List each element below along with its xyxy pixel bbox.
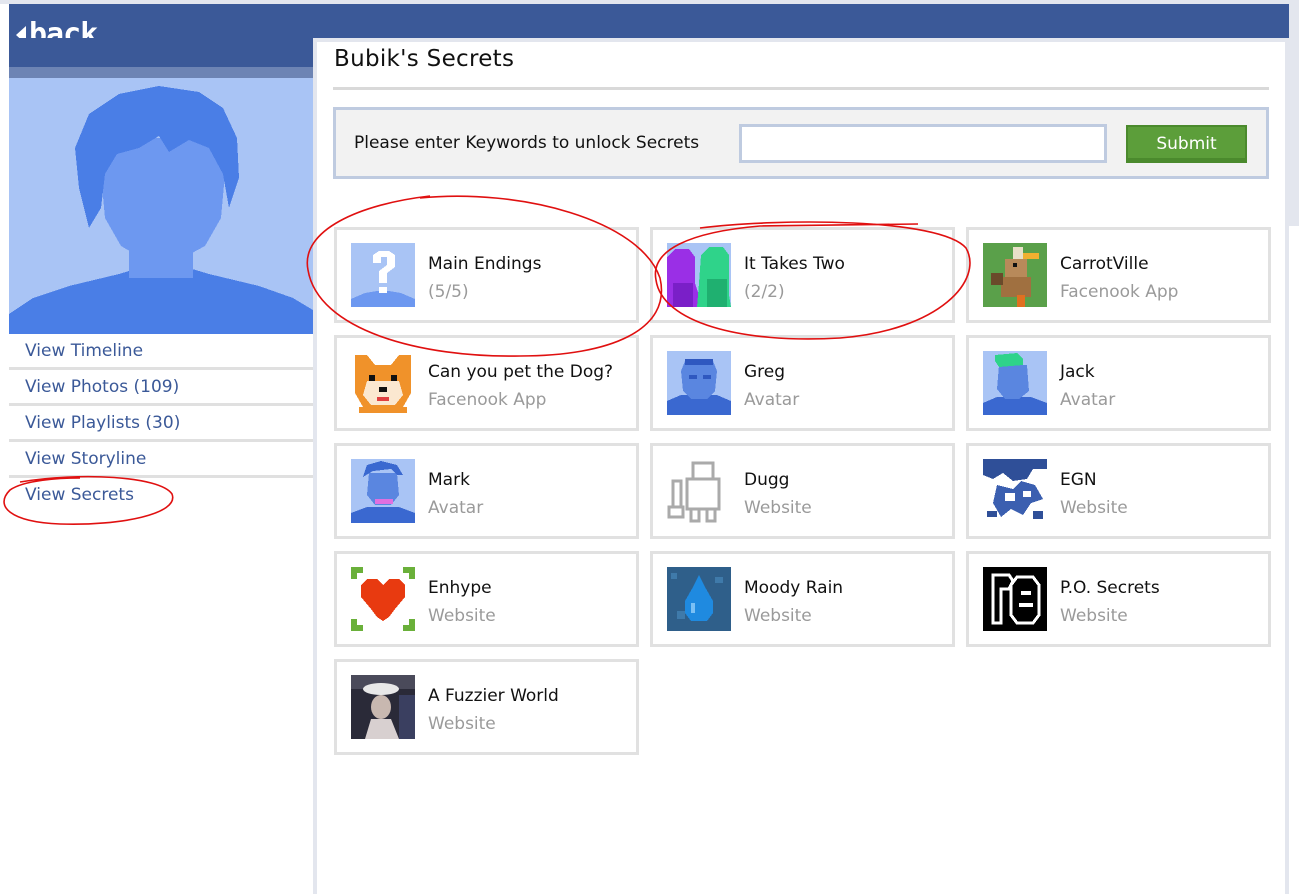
nav-view-timeline[interactable]: View Timeline	[9, 334, 313, 370]
secret-name: CarrotVille	[1060, 254, 1149, 274]
secret-subtitle: Avatar	[1060, 390, 1116, 410]
profile-picture[interactable]	[9, 78, 313, 334]
secret-subtitle: Website	[428, 606, 496, 626]
jack-avatar-icon	[983, 351, 1047, 415]
secret-card-greg[interactable]: Greg Avatar	[650, 335, 955, 431]
secret-card-a-fuzzier-world[interactable]: A Fuzzier World Website	[334, 659, 639, 755]
secret-subtitle: Website	[744, 498, 812, 518]
default-avatar-icon	[9, 78, 313, 334]
fuzzy-photo-icon	[351, 675, 415, 739]
shiba-dog-icon	[351, 351, 415, 415]
secret-subtitle: Website	[1060, 606, 1128, 626]
secret-card-enhype[interactable]: Enhype Website	[334, 551, 639, 647]
secret-name: Dugg	[744, 470, 790, 490]
secret-subtitle: Facenook App	[1060, 282, 1179, 302]
secret-name: Greg	[744, 362, 786, 382]
secret-card-main-endings[interactable]: Main Endings (5/5)	[334, 227, 639, 323]
sidebar-header-bar	[9, 38, 313, 67]
secret-card-dugg[interactable]: Dugg Website	[650, 443, 955, 539]
secret-card-egn[interactable]: EGN Website	[966, 443, 1271, 539]
secret-subtitle: (5/5)	[428, 282, 469, 302]
nav-view-storyline[interactable]: View Storyline	[9, 442, 313, 478]
question-mark-avatar-icon	[351, 243, 415, 307]
mark-avatar-icon	[351, 459, 415, 523]
secret-card-mark[interactable]: Mark Avatar	[334, 443, 639, 539]
secret-subtitle: Website	[1060, 498, 1128, 518]
secret-card-carrotville[interactable]: CarrotVille Facenook App	[966, 227, 1271, 323]
keyword-unlock-form: Please enter Keywords to unlock Secrets …	[333, 107, 1269, 179]
secret-subtitle: Avatar	[428, 498, 484, 518]
sidebar-header-accent	[9, 67, 313, 78]
secret-card-po-secrets[interactable]: P.O. Secrets Website	[966, 551, 1271, 647]
secret-name: Mark	[428, 470, 470, 490]
secret-card-pet-the-dog[interactable]: Can you pet the Dog? Facenook App	[334, 335, 639, 431]
nav-view-photos[interactable]: View Photos (109)	[9, 370, 313, 406]
page-title: Bubik's Secrets	[334, 46, 515, 72]
two-figures-icon	[667, 243, 731, 307]
egn-logo-icon	[983, 459, 1047, 523]
top-navigation-bar	[9, 4, 1289, 38]
greg-avatar-icon	[667, 351, 731, 415]
secret-card-jack[interactable]: Jack Avatar	[966, 335, 1271, 431]
secret-subtitle: Facenook App	[428, 390, 547, 410]
heart-icon	[351, 567, 415, 631]
po-secrets-logo-icon	[983, 567, 1047, 631]
title-divider	[333, 87, 1269, 90]
sidebar-nav: View Timeline View Photos (109) View Pla…	[9, 334, 313, 514]
nav-view-secrets[interactable]: View Secrets	[9, 478, 313, 514]
secret-name: Can you pet the Dog?	[428, 362, 614, 382]
nav-view-playlists[interactable]: View Playlists (30)	[9, 406, 313, 442]
raindrop-icon	[667, 567, 731, 631]
secret-name: Enhype	[428, 578, 492, 598]
keyword-input[interactable]	[739, 124, 1107, 163]
secret-subtitle: Website	[428, 714, 496, 734]
secret-name: Main Endings	[428, 254, 542, 274]
secret-name: Jack	[1060, 362, 1095, 382]
secret-card-moody-rain[interactable]: Moody Rain Website	[650, 551, 955, 647]
secret-subtitle: Website	[744, 606, 812, 626]
secret-card-it-takes-two[interactable]: It Takes Two (2/2)	[650, 227, 955, 323]
secret-subtitle: Avatar	[744, 390, 800, 410]
carrot-duck-icon	[983, 243, 1047, 307]
secret-name: EGN	[1060, 470, 1097, 490]
right-background	[1289, 0, 1299, 226]
secret-name: P.O. Secrets	[1060, 578, 1160, 598]
secret-name: It Takes Two	[744, 254, 845, 274]
secret-name: Moody Rain	[744, 578, 844, 598]
keyword-prompt-label: Please enter Keywords to unlock Secrets	[354, 133, 700, 153]
submit-button[interactable]: Submit	[1126, 125, 1247, 163]
secret-subtitle: (2/2)	[744, 282, 785, 302]
secret-name: A Fuzzier World	[428, 686, 559, 706]
dugg-robot-icon	[667, 459, 731, 523]
